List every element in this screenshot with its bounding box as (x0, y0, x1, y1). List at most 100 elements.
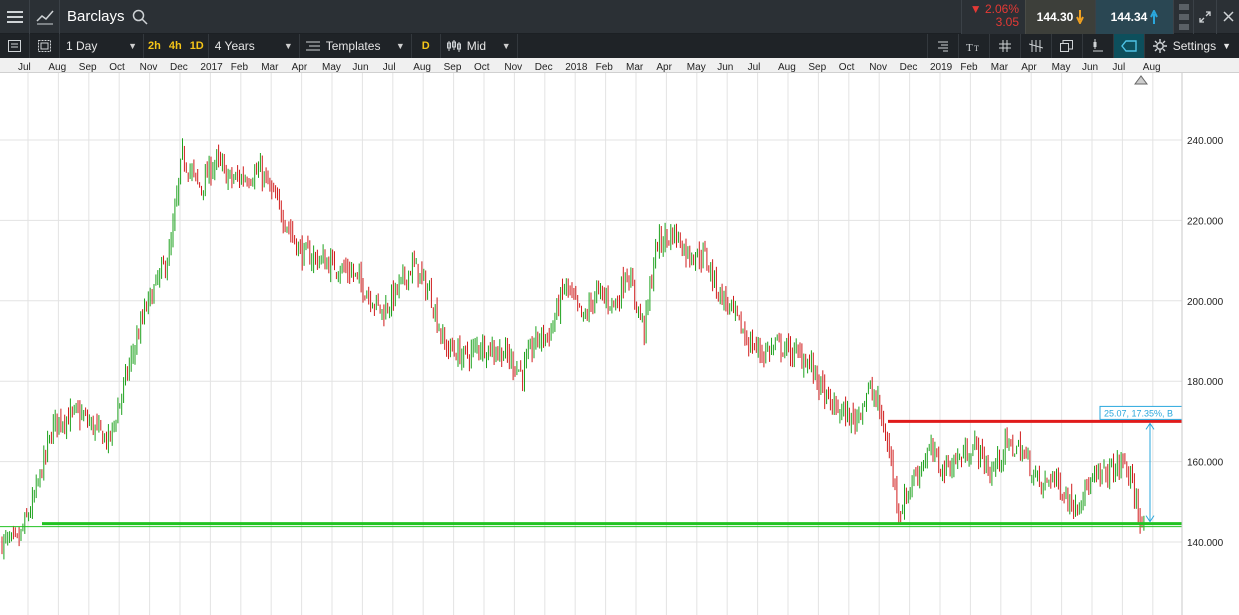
x-tick-label: Nov (869, 62, 887, 73)
eraser-icon[interactable] (1112, 34, 1144, 58)
x-tick-label: Mar (261, 62, 279, 73)
range-select[interactable]: 4 Years ▼ (207, 34, 300, 58)
search-icon[interactable] (132, 9, 148, 25)
change-percent: ▼ 2.06% (969, 1, 1019, 16)
measure-label: 25.07, 17.35%, B (1104, 408, 1173, 418)
list-icon[interactable] (0, 34, 30, 58)
x-axis: Jul Aug Sep Oct Nov Dec 2017 Feb Mar Apr May Jun Jul… (18, 62, 1161, 73)
svg-text:T: T (966, 42, 973, 52)
svg-text:T: T (974, 44, 979, 52)
time-marker-icon (1134, 75, 1148, 85)
symbol-name[interactable]: Barclays (60, 8, 125, 25)
interval-2h-button[interactable]: 2h (144, 34, 165, 58)
draw-mode-button[interactable]: D (412, 34, 440, 58)
price-chart[interactable]: Jul Aug Sep Oct Nov Dec 2017 Feb Mar Apr May Jun Jul… (0, 58, 1239, 615)
settings-button[interactable]: Settings ▼ (1143, 34, 1239, 58)
grid-layer (0, 73, 1182, 615)
expand-icon[interactable] (1193, 0, 1216, 34)
bid-value: 144.30 (1036, 9, 1074, 24)
close-icon[interactable] (1216, 0, 1239, 34)
x-tick-label: Aug (48, 62, 66, 73)
x-tick-label: Oct (839, 62, 855, 73)
y-axis-panel (1182, 73, 1239, 615)
chart-toolbar: 1 Day ▼ 2h 4h 1D 4 Years ▼ Templates ▼ D… (0, 34, 1239, 58)
y-tick-label: 220.000 (1187, 216, 1224, 227)
y-tick-label: 140.000 (1187, 538, 1224, 549)
layout-icon[interactable] (30, 34, 60, 58)
interval-select[interactable]: 1 Day ▼ (60, 34, 144, 58)
x-tick-label: Sep (808, 62, 826, 73)
fibonacci-icon[interactable] (1019, 34, 1051, 58)
price-change: ▼ 2.06% 3.05 (961, 0, 1025, 34)
x-tick-label: 2017 (200, 62, 223, 73)
chevron-down-icon: ▼ (395, 41, 405, 51)
indicators-icon[interactable] (926, 34, 958, 58)
layers-icon[interactable] (1050, 34, 1082, 58)
x-tick-label: Mar (991, 62, 1009, 73)
chart-window: Barclays ▼ 2.06% 3.05 144.30 144.34 1 Da… (0, 0, 1239, 615)
x-tick-label: Jul (18, 62, 31, 73)
x-tick-label: Jul (748, 62, 761, 73)
text-tool-icon[interactable]: TT (957, 34, 989, 58)
y-axis: 240.000 220.000 200.000 180.000 160.000 140.0… (1181, 73, 1239, 615)
hamburger-icon[interactable] (0, 0, 30, 34)
y-tick-label: 200.000 (1187, 297, 1224, 308)
interval-4h-button[interactable]: 4h (165, 34, 186, 58)
chevron-down-icon: ▼ (128, 41, 137, 51)
chevron-down-icon: ▼ (501, 41, 511, 51)
x-tick-label: May (322, 62, 341, 73)
x-tick-label: Apr (1021, 62, 1037, 73)
x-tick-label: Dec (535, 62, 553, 73)
drawing-tools: TT Settings ▼ (926, 34, 1239, 58)
magnet-icon[interactable] (1081, 34, 1113, 58)
interval-value: 1 Day (66, 39, 98, 53)
ask-value: 144.34 (1110, 9, 1148, 24)
x-tick-label: Sep (79, 62, 97, 73)
settings-label: Settings (1172, 39, 1217, 53)
x-tick-label: Jul (1112, 62, 1125, 73)
y-tick-label: 160.000 (1187, 458, 1224, 469)
x-tick-label: Jun (1082, 62, 1098, 73)
x-tick-label: Feb (231, 62, 249, 73)
x-tick-label: Jun (352, 62, 368, 73)
x-tick-label: Feb (960, 62, 978, 73)
x-tick-label: Dec (900, 62, 918, 73)
title-bar: Barclays ▼ 2.06% 3.05 144.30 144.34 (0, 0, 1239, 34)
chevron-down-icon: ▼ (283, 41, 293, 51)
x-tick-label: Aug (413, 62, 431, 73)
x-tick-label: Jul (383, 62, 396, 73)
price-type-select[interactable]: Mid ▼ (439, 34, 518, 58)
y-tick-label: 180.000 (1187, 377, 1224, 388)
gear-icon (1152, 39, 1167, 53)
arrow-down-icon (1076, 9, 1085, 24)
x-tick-label: Aug (778, 62, 796, 73)
x-tick-label: Nov (140, 62, 158, 73)
x-tick-label: Mar (626, 62, 644, 73)
change-absolute: 3.05 (995, 14, 1019, 29)
panel-toggle[interactable] (1173, 0, 1193, 34)
sell-price-button[interactable]: 144.30 (1025, 0, 1095, 34)
x-tick-label: Jun (717, 62, 733, 73)
x-tick-label: Dec (170, 62, 188, 73)
templates-select[interactable]: Templates ▼ (300, 34, 412, 58)
x-tick-label: Oct (109, 62, 125, 73)
line-chart-icon[interactable] (30, 0, 60, 34)
x-tick-label: 2019 (930, 62, 953, 73)
price-type-value: Mid (466, 39, 487, 53)
candles-icon (446, 40, 461, 52)
y-tick-label: 240.000 (1187, 136, 1224, 147)
candles-layer (1, 138, 1145, 560)
x-tick-label: 2018 (565, 62, 588, 73)
interval-1d-button[interactable]: 1D (186, 34, 208, 58)
x-tick-label: Apr (292, 62, 308, 73)
chevron-down-icon: ▼ (1222, 41, 1231, 51)
x-tick-label: Nov (504, 62, 522, 73)
x-tick-label: May (1052, 62, 1071, 73)
grid-tool-icon[interactable] (988, 34, 1020, 58)
templates-label: Templates (325, 39, 381, 53)
arrow-up-icon (1150, 9, 1159, 24)
x-tick-label: Feb (596, 62, 614, 73)
range-value: 4 Years (214, 39, 255, 53)
templates-icon (305, 41, 320, 51)
buy-price-button[interactable]: 144.34 (1095, 0, 1173, 34)
